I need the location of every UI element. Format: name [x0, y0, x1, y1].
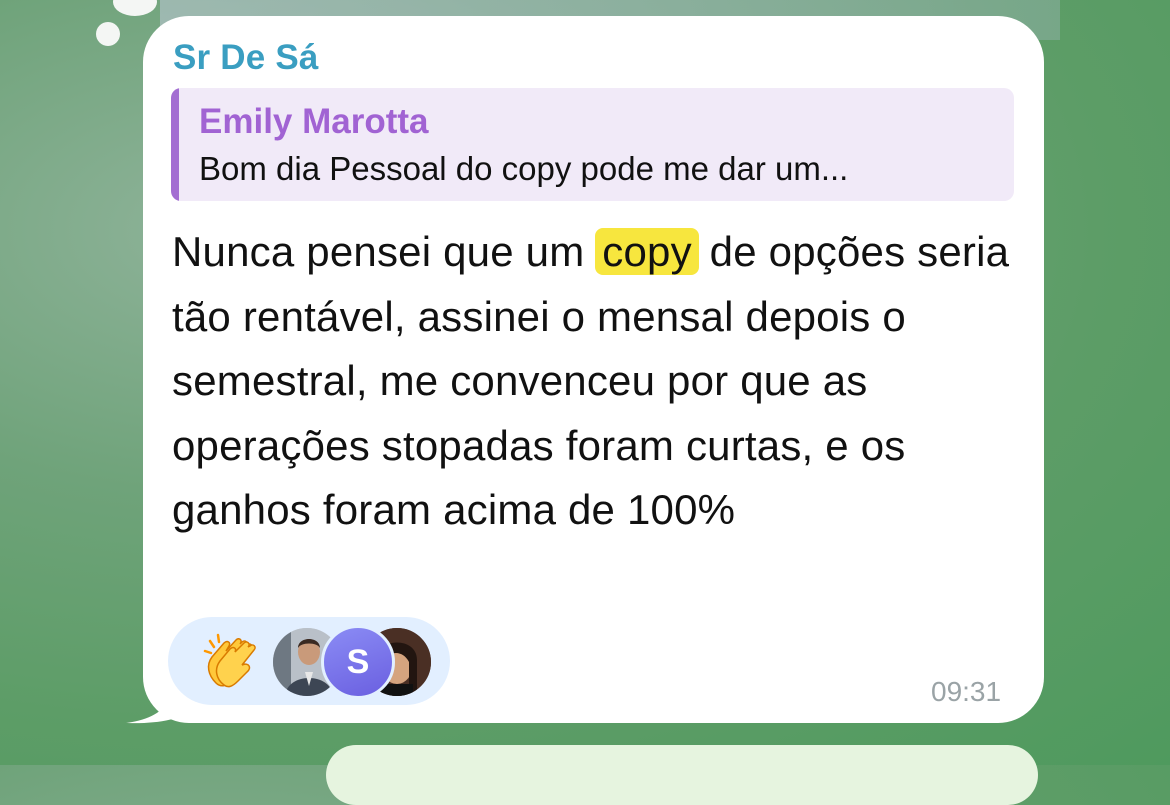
search-highlight: copy	[595, 228, 699, 275]
reply-accent-bar	[171, 88, 179, 201]
bubble-tail-dot-small	[96, 22, 120, 46]
reactor-avatar-2: S	[321, 625, 395, 699]
reply-text: Bom dia Pessoal do copy pode me dar um..…	[199, 150, 849, 187]
sender-name[interactable]: Sr De Sá	[173, 38, 319, 78]
bubble-tail-dot-large	[113, 0, 157, 16]
reply-quote[interactable]: Emily Marotta Bom dia Pessoal do copy po…	[171, 88, 1014, 201]
next-message-bubble[interactable]	[326, 745, 1038, 805]
reply-author: Emily Marotta	[199, 102, 429, 141]
clapping-hands-icon	[203, 633, 256, 688]
reaction-pill[interactable]: S	[168, 617, 450, 705]
message-text: Nunca pensei que um copy de opções seria…	[172, 220, 1022, 543]
message-time: 09:31	[931, 676, 1002, 707]
message-text-before: Nunca pensei que um	[172, 228, 597, 275]
